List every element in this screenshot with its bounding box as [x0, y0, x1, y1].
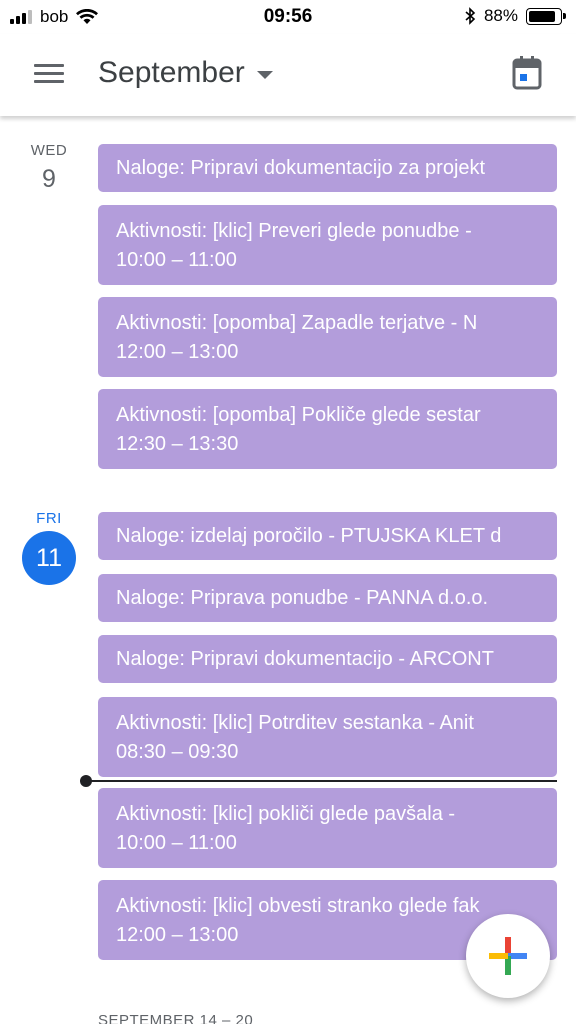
create-event-button[interactable]	[466, 914, 550, 998]
status-bar: bob 09:56 88%	[0, 0, 576, 34]
event-card[interactable]: Naloge: Priprava ponudbe - PANNA d.o.o.	[98, 574, 557, 622]
bluetooth-icon	[465, 7, 476, 25]
day-of-week: WED	[30, 142, 68, 159]
event-title: Aktivnosti: [klic] Potrditev sestanka - …	[116, 712, 474, 734]
battery-percent: 88%	[483, 6, 518, 25]
event-card[interactable]: Naloge: izdelaj poročilo - PTUJSKA KLET …	[98, 512, 557, 560]
event-title: Aktivnosti: [klic] pokliči glede pavšala…	[116, 803, 456, 825]
event-time: 10:00 – 11:00	[116, 249, 237, 271]
day-of-week: FRI	[36, 510, 62, 527]
schedule-list[interactable]: WED 9 Naloge: Pripravi dokumentacijo za …	[0, 116, 576, 1024]
app-bar: September	[0, 34, 576, 116]
event-time: 10:00 – 11:00	[116, 832, 237, 854]
calendar-today-icon[interactable]	[512, 56, 542, 90]
event-card[interactable]: Naloge: Pripravi dokumentacijo - ARCONT	[98, 635, 557, 683]
event-card[interactable]: Aktivnosti: [opomba] Zapadle terjatve - …	[98, 297, 557, 377]
event-title: Naloge: Priprava ponudbe - PANNA d.o.o.	[116, 587, 489, 609]
month-title: September	[98, 56, 245, 89]
plus-icon	[489, 937, 527, 975]
battery-icon	[526, 7, 566, 25]
day-label-wed-9[interactable]: WED 9	[0, 142, 98, 194]
event-card[interactable]: Aktivnosti: [klic] Potrditev sestanka - …	[98, 697, 557, 777]
chevron-down-icon	[256, 71, 273, 79]
event-title: Aktivnosti: [klic] Preveri glede ponudbe…	[116, 220, 472, 242]
month-selector[interactable]: September	[98, 56, 273, 90]
event-title: Naloge: Pripravi dokumentacijo - ARCONT	[116, 648, 494, 670]
event-time: 08:30 – 09:30	[116, 741, 239, 763]
event-title: Naloge: Pripravi dokumentacijo za projek…	[116, 157, 486, 179]
status-right: 88%	[464, 6, 566, 26]
week-range-label: SEPTEMBER 14 – 20	[98, 1012, 254, 1024]
event-title: Aktivnosti: [opomba] Pokliče glede sesta…	[116, 404, 481, 426]
menu-icon[interactable]	[34, 63, 64, 85]
event-time: 12:00 – 13:00	[116, 341, 239, 363]
day-label-fri-11[interactable]: FRI 11	[0, 510, 98, 585]
day-number: 9	[42, 165, 56, 193]
event-title: Aktivnosti: [opomba] Zapadle terjatve - …	[116, 312, 478, 334]
event-card[interactable]: Aktivnosti: [klic] pokliči glede pavšala…	[98, 788, 557, 868]
event-card[interactable]: Aktivnosti: [klic] Preveri glede ponudbe…	[98, 205, 557, 285]
current-time-line	[86, 780, 557, 782]
event-title: Aktivnosti: [klic] obvesti stranko glede…	[116, 895, 480, 917]
today-date-badge: 11	[22, 531, 76, 585]
event-title: Naloge: izdelaj poročilo - PTUJSKA KLET …	[116, 525, 502, 547]
event-time: 12:30 – 13:30	[116, 433, 239, 455]
event-card[interactable]: Naloge: Pripravi dokumentacijo za projek…	[98, 144, 557, 192]
event-card[interactable]: Aktivnosti: [opomba] Pokliče glede sesta…	[98, 389, 557, 469]
